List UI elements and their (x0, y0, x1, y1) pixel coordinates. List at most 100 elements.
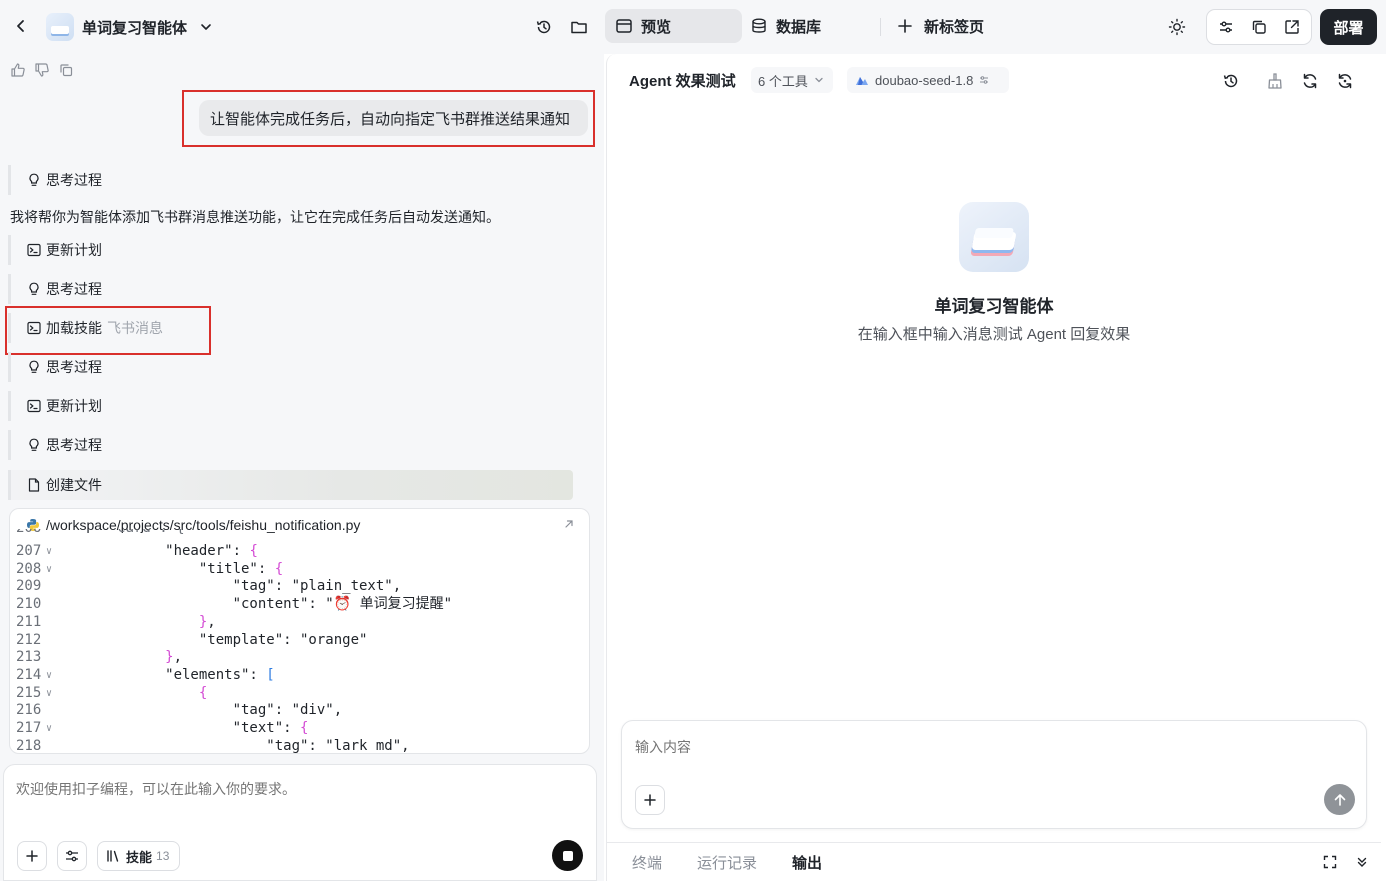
agent-hint: 在输入框中输入消息测试 Agent 回复效果 (857, 326, 1131, 343)
line-number: 210 (16, 596, 42, 613)
new-tab-button[interactable]: 新标签页 (896, 9, 1006, 43)
agent-name: 单词复习智能体 (934, 297, 1054, 316)
plus-icon (644, 794, 656, 806)
tab-output[interactable]: 输出 (792, 852, 822, 873)
collapse-panel-button[interactable] (1352, 852, 1372, 872)
stop-icon (562, 850, 573, 861)
folder-button[interactable] (567, 15, 591, 39)
thumbs-down-icon[interactable] (34, 62, 50, 78)
code-line: 212 "template": "orange" (16, 632, 586, 650)
code-line: 211 }, (16, 614, 586, 632)
step-thinking[interactable]: 思考过程 (8, 165, 102, 195)
chat-settings-button[interactable] (57, 841, 87, 871)
step-thinking[interactable]: 思考过程 (8, 274, 102, 304)
skills-button[interactable]: 技能 13 (97, 841, 180, 871)
user-message-bubble: 让智能体完成任务后，自动向指定飞书群推送结果通知 (199, 100, 588, 136)
sliders-icon (66, 850, 78, 862)
open-external-button[interactable] (1277, 12, 1307, 42)
code-body: 207 ∨ "header": {208 ∨ "title": {209 "tag"… (16, 543, 586, 754)
step-load-skill[interactable]: 加载技能 飞书消息 (8, 313, 163, 343)
terminal-icon (27, 243, 41, 257)
fold-chevron-icon[interactable]: ∨ (46, 720, 64, 738)
code-text: }, (165, 649, 183, 666)
deploy-button[interactable]: 部署 (1320, 9, 1377, 45)
clear-button[interactable] (1263, 69, 1287, 93)
code-text: "template": "orange" (64, 631, 368, 648)
step-label: 更新计划 (46, 242, 102, 258)
chat-panel: 让智能体完成任务后，自动向指定飞书群推送结果通知 思考过程 我将帮你为智能体添加… (0, 54, 604, 881)
bulb-icon (29, 282, 39, 295)
code-line: 210 "content": "⏰ 单词复习提醒" (16, 596, 586, 614)
project-switcher[interactable]: 单词复习智能体 (82, 16, 213, 38)
tab-database[interactable]: 数据库 (750, 9, 870, 43)
code-text: "tag": "lark_md", (64, 737, 410, 754)
sync-icon (1338, 73, 1352, 89)
history-icon (1223, 74, 1238, 88)
copy-icon[interactable] (58, 62, 74, 78)
step-update-plan[interactable]: 更新计划 (8, 391, 102, 421)
fold-chevron-icon[interactable]: ∨ (46, 685, 64, 703)
plus-icon (898, 19, 912, 33)
thumbs-up-icon[interactable] (10, 62, 26, 78)
copy-icon (1252, 20, 1266, 34)
fold-chevron-icon[interactable]: ∨ (46, 543, 64, 561)
preview-input[interactable] (635, 735, 1315, 759)
reset-button[interactable] (1333, 69, 1357, 93)
tab-terminal[interactable]: 终端 (632, 852, 662, 873)
step-create-file[interactable]: 创建文件 (8, 470, 573, 500)
tools-dropdown[interactable]: 6 个工具 (751, 67, 833, 93)
terminal-icon (27, 321, 41, 335)
tab-preview[interactable]: 预览 (605, 9, 742, 43)
history-icon (536, 20, 551, 34)
tab-run-log[interactable]: 运行记录 (697, 852, 757, 873)
preview-history-button[interactable] (1219, 69, 1243, 93)
stop-button[interactable] (552, 840, 583, 871)
bulb-icon (29, 173, 39, 186)
step-update-plan[interactable]: 更新计划 (8, 235, 102, 265)
refresh-icon (1303, 73, 1317, 89)
agent-avatar (959, 202, 1029, 272)
line-number: 215 (16, 684, 42, 701)
step-thinking[interactable]: 思考过程 (8, 352, 102, 382)
history-button[interactable] (532, 15, 556, 39)
code-text: }, (198, 613, 216, 630)
model-selector[interactable]: doubao-seed-1.8 (847, 67, 1009, 93)
chevron-down-icon (815, 77, 823, 83)
code-lines: 207 ∨ "header": {208 ∨ "title": {209 "tag"… (16, 543, 586, 754)
settings-button[interactable] (1211, 12, 1241, 42)
fullscreen-button[interactable] (1320, 852, 1340, 872)
line-number: 218 (16, 737, 42, 754)
sliders-icon (980, 76, 989, 84)
fold-chevron-icon[interactable]: ∨ (46, 667, 64, 685)
top-bar: 单词复习智能体 预览 数据库 新标签页 部署 (0, 0, 1386, 54)
line-number: 208 (16, 560, 42, 577)
back-button[interactable] (10, 15, 32, 37)
theme-toggle[interactable] (1163, 13, 1191, 41)
add-attachment-button[interactable] (17, 841, 47, 871)
step-thinking[interactable]: 思考过程 (8, 430, 102, 460)
project-name: 单词复习智能体 (82, 19, 188, 37)
sliders-icon (1219, 21, 1232, 33)
preview-input-box (621, 720, 1367, 829)
assistant-intro: 我将帮你为智能体添加飞书群消息推送功能，让它在完成任务后自动发送通知。 (10, 209, 500, 225)
code-card: /workspace/projects/src/tools/feishu_not… (9, 508, 590, 754)
chevron-down-icon (201, 24, 211, 30)
copy-button[interactable] (1244, 12, 1274, 42)
step-label: 加载技能 (46, 320, 102, 336)
deploy-label: 部署 (1333, 19, 1364, 37)
tab-divider (880, 18, 881, 36)
code-text: "elements": [ (64, 666, 275, 683)
fold-chevron-icon[interactable]: ∨ (46, 561, 64, 579)
send-button[interactable] (1324, 784, 1355, 815)
refresh-button[interactable] (1298, 69, 1322, 93)
chat-input[interactable] (16, 779, 576, 819)
project-avatar (46, 13, 74, 41)
tab-label: 预览 (641, 18, 672, 36)
step-label: 思考过程 (46, 281, 102, 297)
preview-add-button[interactable] (635, 785, 665, 815)
tab-label: 新标签页 (924, 18, 985, 36)
tab-label: 数据库 (776, 18, 822, 36)
